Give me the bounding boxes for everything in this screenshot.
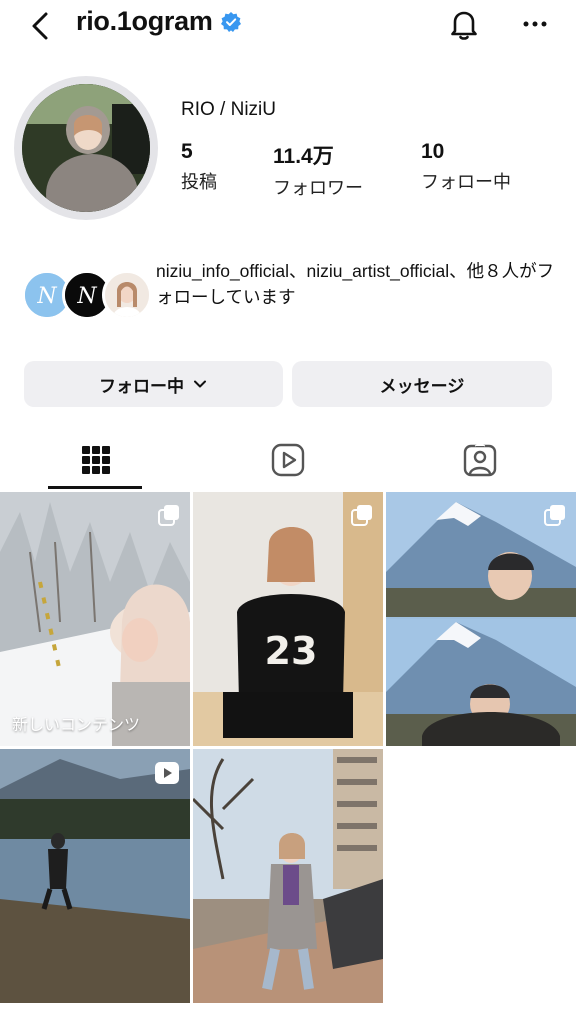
username-text: rio.1ogram: [76, 6, 213, 36]
active-tab-indicator: [48, 486, 142, 489]
username-title: rio.1ogram: [76, 6, 241, 37]
grid-icon: [82, 446, 110, 474]
tab-reels[interactable]: [192, 432, 384, 488]
following-label: フォロー中: [421, 172, 511, 192]
following-stat[interactable]: 10 フォロー中: [421, 140, 511, 194]
following-button[interactable]: フォロー中: [24, 361, 283, 407]
multiple-photos-icon: [544, 505, 565, 526]
back-arrow-icon[interactable]: [24, 8, 60, 44]
more-options-icon[interactable]: [518, 6, 554, 42]
reel-icon: [155, 762, 179, 784]
followers-stat[interactable]: 11.4万 フォロワー: [273, 140, 363, 200]
profile-avatar[interactable]: [22, 84, 150, 212]
following-button-label: フォロー中: [99, 376, 184, 396]
chevron-down-icon: [194, 380, 206, 388]
profile-header: rio.1ogram: [0, 0, 576, 56]
new-content-label: 新しいコンテンツ: [12, 717, 141, 734]
following-count: 10: [421, 140, 445, 163]
followed-by-avatars[interactable]: N N: [22, 270, 152, 322]
svg-text:23: 23: [265, 629, 318, 673]
followers-count: 11.4万: [273, 145, 334, 168]
svg-text:N: N: [76, 284, 97, 309]
followers-label: フォロワー: [273, 178, 363, 198]
message-button-label: メッセージ: [379, 376, 465, 396]
tagged-icon: [463, 443, 497, 477]
display-name: RIO / NiziU: [181, 99, 276, 120]
posts-count: 5: [181, 140, 193, 163]
svg-text:N: N: [36, 284, 57, 309]
notification-bell-icon[interactable]: [446, 6, 482, 42]
grid-post-3[interactable]: [386, 492, 576, 746]
grid-post-5[interactable]: [193, 749, 383, 1003]
reels-icon: [271, 443, 305, 477]
grid-post-1[interactable]: 新しいコンテンツ: [0, 492, 190, 746]
posts-stat[interactable]: 5 投稿: [181, 140, 217, 194]
follower-avatar-user: [102, 270, 152, 320]
tab-tagged[interactable]: [384, 432, 576, 488]
tab-posts-grid[interactable]: [0, 432, 192, 488]
posts-label: 投稿: [181, 172, 217, 192]
followed-by-text[interactable]: niziu_info_official、niziu_artist_officia…: [156, 258, 566, 310]
verified-badge-icon: [220, 11, 241, 32]
grid-post-2[interactable]: 23: [193, 492, 383, 746]
grid-post-4[interactable]: [0, 749, 190, 1003]
message-button[interactable]: メッセージ: [292, 361, 552, 407]
multiple-photos-icon: [351, 505, 372, 526]
multiple-photos-icon: [158, 505, 179, 526]
